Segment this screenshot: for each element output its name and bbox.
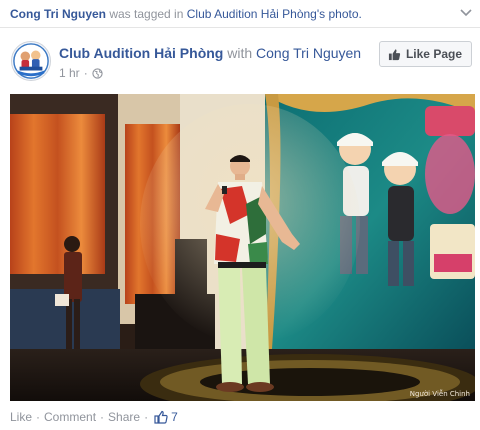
like-page-button[interactable]: Like Page (378, 41, 472, 67)
story-verb: was tagged in (109, 7, 184, 21)
post-actions: Like · Comment · Share · 7 (10, 410, 178, 424)
comment-link[interactable]: Comment (44, 410, 96, 424)
like-count-number: 7 (171, 410, 178, 424)
like-count[interactable]: 7 (154, 410, 178, 424)
share-link[interactable]: Share (108, 410, 140, 424)
thumbs-up-icon (388, 48, 401, 60)
tagged-person-link[interactable]: Cong Tri Nguyen (256, 45, 361, 61)
divider (0, 27, 480, 28)
like-page-label: Like Page (405, 47, 462, 61)
meta-separator: · (83, 66, 88, 80)
action-separator: · (144, 410, 149, 424)
page-avatar[interactable] (11, 41, 51, 81)
story-photo-link[interactable]: photo. (328, 7, 361, 21)
actor-link[interactable]: Cong Tri Nguyen (10, 7, 106, 21)
photo-credit: Người Viễn Chinh (409, 390, 470, 398)
action-separator: · (100, 410, 105, 424)
post-author-line: Club Audition Hải Phòng with Cong Tri Ng… (59, 44, 361, 62)
chevron-down-icon[interactable] (460, 8, 472, 18)
post-meta: 1 hr · (59, 66, 103, 80)
story-page-link[interactable]: Club Audition Hải Phòng's (187, 7, 325, 21)
globe-icon[interactable] (92, 67, 103, 79)
like-link[interactable]: Like (10, 410, 32, 424)
story-header: Cong Tri Nguyen was tagged in Club Audit… (10, 6, 472, 24)
action-separator: · (36, 410, 41, 424)
post-photo[interactable]: Người Viễn Chinh (10, 94, 475, 401)
thumbs-up-outline-icon (154, 410, 168, 424)
with-text: with (227, 45, 253, 61)
page-name-link[interactable]: Club Audition Hải Phòng (59, 45, 223, 61)
post-time-link[interactable]: 1 hr (59, 66, 80, 80)
